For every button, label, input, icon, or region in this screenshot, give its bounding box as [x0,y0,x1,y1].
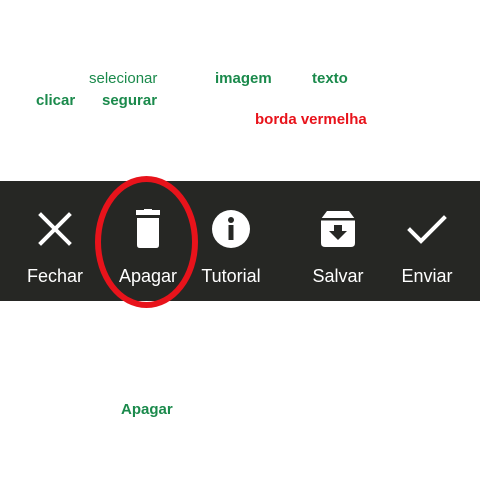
trash-icon [128,209,168,249]
save-button-label: Salvar [312,266,364,286]
info-icon [211,209,251,249]
action-toolbar: Fechar Apagar Tutorial Salvar Enviar [0,181,480,301]
delete-button[interactable]: Apagar [100,181,196,301]
annotation-selecionar: selecionar [89,70,158,87]
annotation-apagar: Apagar [121,401,173,418]
annotation-imagem: imagem [215,70,272,87]
close-button[interactable]: Fechar [7,181,103,301]
tutorial-button-label: Tutorial [201,266,261,286]
checkmark-icon [407,209,447,249]
annotation-segurar: segurar [102,92,158,109]
annotation-borda-vermelha: borda vermelha [255,111,367,128]
save-button[interactable]: Salvar [290,181,386,301]
delete-button-label: Apagar [118,266,178,286]
tutorial-button[interactable]: Tutorial [183,181,279,301]
close-icon [35,209,75,249]
send-button[interactable]: Enviar [379,181,475,301]
close-button-label: Fechar [26,266,84,286]
annotation-texto: texto [312,70,348,87]
send-button-label: Enviar [401,266,453,286]
archive-download-icon [318,209,358,249]
annotation-clicar: clicar [36,92,76,109]
